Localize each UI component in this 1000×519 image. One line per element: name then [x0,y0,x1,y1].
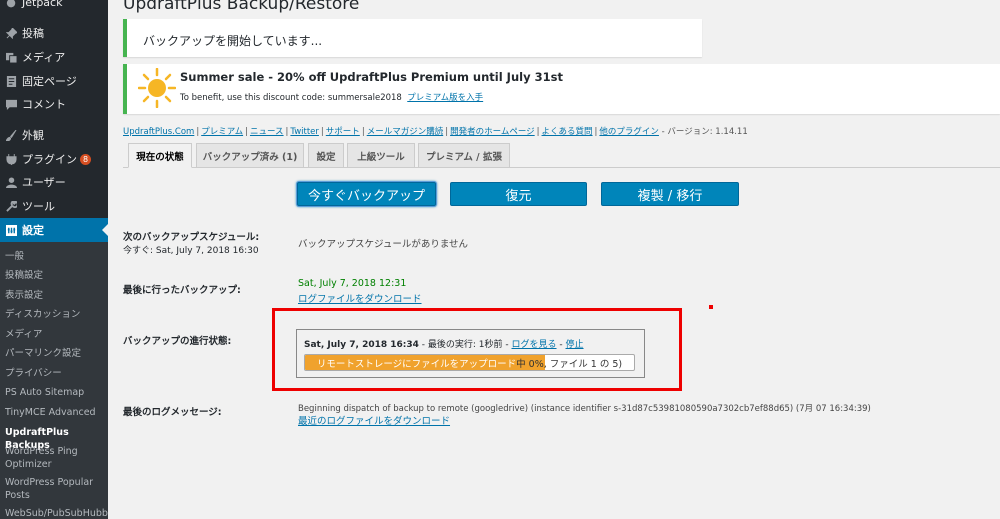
view-log-link[interactable]: ログを見る [512,340,557,350]
notice-text: バックアップを開始しています... [143,34,323,48]
download-log-row: ログファイルをダウンロード [298,291,422,305]
comment-icon [0,99,22,110]
link-support[interactable]: サポート [326,127,360,137]
plugin-update-badge: 8 [80,153,91,165]
backup-started-notice: バックアップを開始しています... [123,19,702,57]
plugin-icon [0,153,22,165]
submenu-ps-auto-sitemap[interactable]: PS Auto Sitemap [5,386,105,399]
progress-text-remaining: 中 0%, ファイル 1 の 5) [516,358,623,370]
sidebar-item-jetpack[interactable]: ● Jetpack [0,0,108,14]
tab-current-status[interactable]: 現在の状態 [128,143,192,168]
submenu-general[interactable]: 一般 [5,250,105,263]
tab-premium-extensions[interactable]: プレミアム / 拡張 [418,143,510,168]
backup-now-button[interactable]: 今すぐバックアップ [297,182,436,206]
pin-icon [0,27,22,39]
submenu-reading[interactable]: 表示設定 [5,289,105,302]
submenu-discussion[interactable]: ディスカッション [5,308,105,321]
submenu-privacy[interactable]: プライバシー [5,367,105,380]
progress-bar-text: リモートストレージにファイルをアップロード中 0%, ファイル 1 の 5) [305,355,634,370]
link-twitter[interactable]: Twitter [290,127,319,137]
progress-text-on-fill: リモートストレージにファイルをアップロード [316,358,517,370]
migrate-button[interactable]: 複製 / 移行 [601,182,739,206]
submenu-popular-posts[interactable]: WordPress Popular Posts [5,476,105,502]
next-backup-value: バックアップスケジュールがありません [298,239,469,250]
settings-submenu: 一般 投稿設定 表示設定 ディスカッション メディア パーマリンク設定 プライバ… [0,242,108,519]
submenu-ping-optimizer[interactable]: WordPress Ping Optimizer [5,445,105,471]
sidebar-item-media[interactable]: メディア [0,45,108,69]
download-log-link[interactable]: ログファイルをダウンロード [298,294,422,305]
link-premium[interactable]: プレミアム [201,127,243,137]
settings-icon [0,224,22,236]
promo-text: To benefit, use this discount code: summ… [180,93,484,103]
sidebar-item-tools[interactable]: ツール [0,194,108,218]
sidebar-item-users[interactable]: ユーザー [0,170,108,194]
backup-progress-panel: Sat, July 7, 2018 16:34 - 最後の実行: 1秒前 - ロ… [296,329,645,378]
sidebar-item-settings[interactable]: 設定 [0,218,108,242]
link-developer-homepage[interactable]: 開発者のホームページ [450,127,535,137]
sidebar-item-comments[interactable]: コメント [0,92,108,116]
last-backup-date: Sat, July 7, 2018 12:31 [298,278,407,289]
promo-link[interactable]: プレミアム版を入手 [407,93,483,103]
download-latest-log-link[interactable]: 最近のログファイルをダウンロード [298,416,450,427]
sidebar-item-pages[interactable]: 固定ページ [0,69,108,93]
link-faq[interactable]: よくある質問 [542,127,593,137]
sun-icon [137,67,177,112]
user-icon [0,176,22,188]
brush-icon [0,129,22,141]
promo-notice: Summer sale - 20% off UpdraftPlus Premiu… [123,64,1000,114]
annotation-dot [709,305,713,309]
progress-status-line: Sat, July 7, 2018 16:34 - 最後の実行: 1秒前 - ロ… [304,340,584,350]
wrench-icon [0,200,22,212]
main-content: UpdraftPlus Backup/Restore バックアップを開始していま… [108,0,1000,519]
sidebar-item-appearance[interactable]: 外観 [0,123,108,147]
plugin-links-row: UpdraftPlus.Com | プレミアム | ニュース | Twitter | サポート |… [123,127,748,137]
progress-label: バックアップの進行状態: [123,336,232,347]
link-news[interactable]: ニュース [250,127,284,137]
submenu-writing[interactable]: 投稿設定 [5,269,105,282]
restore-button[interactable]: 復元 [450,182,587,206]
download-latest-log-row: 最近のログファイルをダウンロード [298,413,450,427]
tab-settings[interactable]: 設定 [308,143,344,168]
admin-sidebar: ● Jetpack 投稿 メディア 固定ページ コメント 外観 プラグイン 8 … [0,0,108,519]
link-updraftplus-com[interactable]: UpdraftPlus.Com [123,127,194,137]
page-icon [0,75,22,87]
submenu-tinymce-advanced[interactable]: TinyMCE Advanced [5,406,105,419]
last-log-label: 最後のログメッセージ: [123,407,222,418]
link-newsletter[interactable]: メールマガジン購読 [367,127,444,137]
promo-title: Summer sale - 20% off UpdraftPlus Premiu… [180,70,563,84]
jetpack-icon: ● [6,0,16,9]
stop-link[interactable]: 停止 [566,340,584,350]
sidebar-item-plugins[interactable]: プラグイン 8 [0,147,108,171]
link-other-plugins[interactable]: 他のプラグイン [599,127,659,137]
next-backup-label: 次のバックアップスケジュール: [123,232,260,243]
media-icon [0,52,22,63]
submenu-permalink[interactable]: パーマリンク設定 [5,347,105,360]
submenu-websub[interactable]: WebSub/PubSubHubb [5,507,108,519]
sidebar-item-posts[interactable]: 投稿 [0,21,108,45]
submenu-media[interactable]: メディア [5,328,105,341]
tab-advanced-tools[interactable]: 上級ツール [347,143,415,168]
page-title: UpdraftPlus Backup/Restore [123,0,360,14]
last-backup-label: 最後に行ったバックアップ: [123,285,241,296]
version-text: - バージョン: 1.14.11 [661,127,748,137]
upload-progress-bar: リモートストレージにファイルをアップロード中 0%, ファイル 1 の 5) [304,354,635,371]
tab-existing-backups[interactable]: バックアップ済み (1) [196,143,304,168]
now-time-label: 今すぐ: Sat, July 7, 2018 16:30 [123,246,259,256]
